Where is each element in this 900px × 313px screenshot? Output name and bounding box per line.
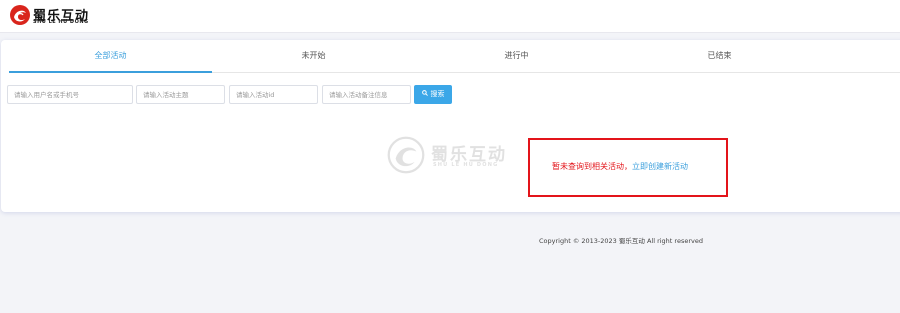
activity-card: 全部活动 未开始 进行中 已结束 搜索 蜀乐互动 SHU LE HU DONG … — [1, 40, 900, 212]
tab-ended[interactable]: 已结束 — [618, 40, 821, 72]
logo-swirl-icon — [10, 5, 30, 25]
tab-all[interactable]: 全部活动 — [9, 40, 212, 73]
brand-logo[interactable]: 蜀乐互动 SHU LE HU DONG — [9, 4, 109, 28]
top-header: 蜀乐互动 SHU LE HU DONG — [0, 0, 900, 33]
empty-message: 暂未查询到相关活动，立即创建新活动 — [552, 161, 688, 172]
empty-notice: 暂未查询到相关活动，立即创建新活动 — [528, 138, 728, 197]
empty-state: 蜀乐互动 SHU LE HU DONG 暂未查询到相关活动，立即创建新活动 — [1, 120, 900, 210]
search-button-label: 搜索 — [430, 90, 445, 98]
create-activity-link[interactable]: 立即创建新活动 — [632, 162, 688, 171]
user-search-input[interactable] — [7, 85, 133, 104]
empty-message-text: 暂未查询到相关活动， — [552, 162, 632, 171]
watermark-swirl-icon — [387, 136, 425, 174]
search-icon — [421, 85, 428, 104]
brand-watermark: 蜀乐互动 SHU LE HU DONG — [387, 136, 517, 176]
footer: Copyright © 2013-2023 蜀乐互动 All right res… — [0, 235, 900, 247]
tab-not-started[interactable]: 未开始 — [212, 40, 415, 72]
tab-in-progress[interactable]: 进行中 — [415, 40, 618, 72]
copyright-text: Copyright © 2013-2023 蜀乐互动 All right res… — [539, 237, 703, 245]
note-search-input[interactable] — [322, 85, 411, 104]
search-button[interactable]: 搜索 — [414, 85, 452, 104]
id-search-input[interactable] — [229, 85, 318, 104]
brand-subtitle: SHU LE HU DONG — [33, 19, 89, 25]
watermark-subtitle: SHU LE HU DONG — [433, 162, 499, 168]
activity-tabs: 全部活动 未开始 进行中 已结束 — [9, 40, 900, 73]
topic-search-input[interactable] — [136, 85, 225, 104]
